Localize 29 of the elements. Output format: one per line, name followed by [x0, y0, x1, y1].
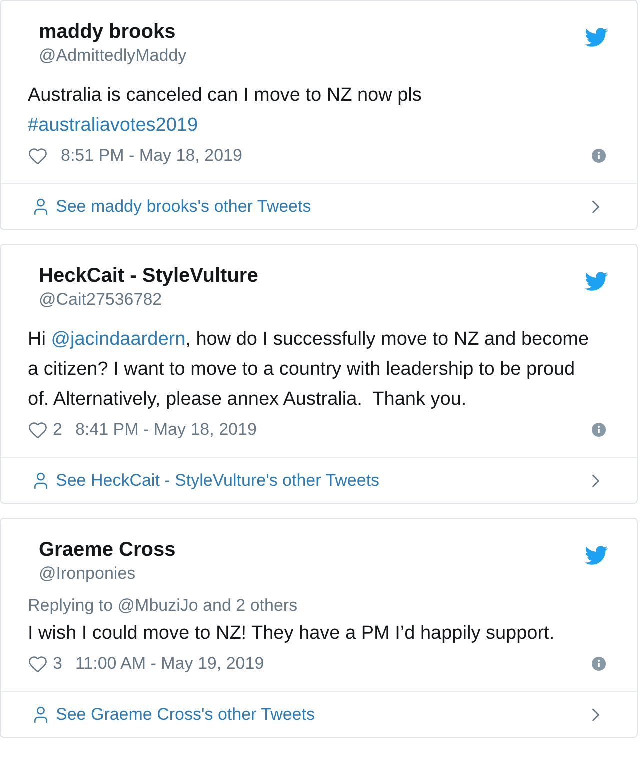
- reply-context: Replying to @MbuziJo and 2 others: [28, 595, 299, 617]
- author-name: Graeme Cross: [39, 538, 176, 563]
- twitter-bird-icon: [585, 270, 608, 293]
- tweet-link[interactable]: @jacindaardern: [51, 329, 186, 350]
- like-count: 3: [53, 653, 62, 675]
- heart-icon[interactable]: [28, 420, 48, 440]
- tweet-text: Hi @jacindaardern, how do I successfully move to NZ and become a citizen? I want to move to a country with leadership to be proud of. Alternatively, please annex Australia. Thank you.: [28, 328, 590, 412]
- other-tweets-link[interactable]: See HeckCait - StyleVulture's other Tweets: [56, 468, 380, 494]
- tweet-timestamp[interactable]: 8:41 PM - May 18, 2019: [75, 417, 257, 443]
- info-icon[interactable]: [592, 657, 606, 671]
- like-count: 2: [53, 419, 62, 441]
- other-tweets-link[interactable]: See Graeme Cross's other Tweets: [56, 702, 315, 728]
- tweet-timestamp[interactable]: 8:51 PM - May 18, 2019: [61, 143, 242, 169]
- author-name: HeckCait - StyleVulture: [39, 264, 258, 289]
- tweet-timestamp[interactable]: 11:00 AM - May 19, 2019: [75, 651, 264, 677]
- other-tweets-link[interactable]: See maddy brooks's other Tweets: [56, 194, 312, 220]
- info-icon[interactable]: [592, 149, 606, 163]
- twitter-bird-icon: [585, 544, 608, 567]
- author-handle: @Cait27536782: [39, 289, 164, 311]
- author-handle: @Ironponies: [39, 563, 137, 585]
- tweet-text: Australia is canceled can I move to NZ now pls: [28, 84, 423, 108]
- author-name: maddy brooks: [39, 20, 177, 45]
- info-icon[interactable]: [592, 423, 606, 437]
- heart-icon[interactable]: [28, 146, 48, 166]
- author-handle: @AdmittedlyMaddy: [39, 45, 187, 67]
- tweet-text: I wish I could move to NZ! They have a PM I’d happily support.: [28, 622, 556, 646]
- twitter-bird-icon: [585, 26, 608, 49]
- tweet-link[interactable]: #australiavotes2019: [28, 115, 198, 136]
- heart-icon[interactable]: [28, 654, 48, 674]
